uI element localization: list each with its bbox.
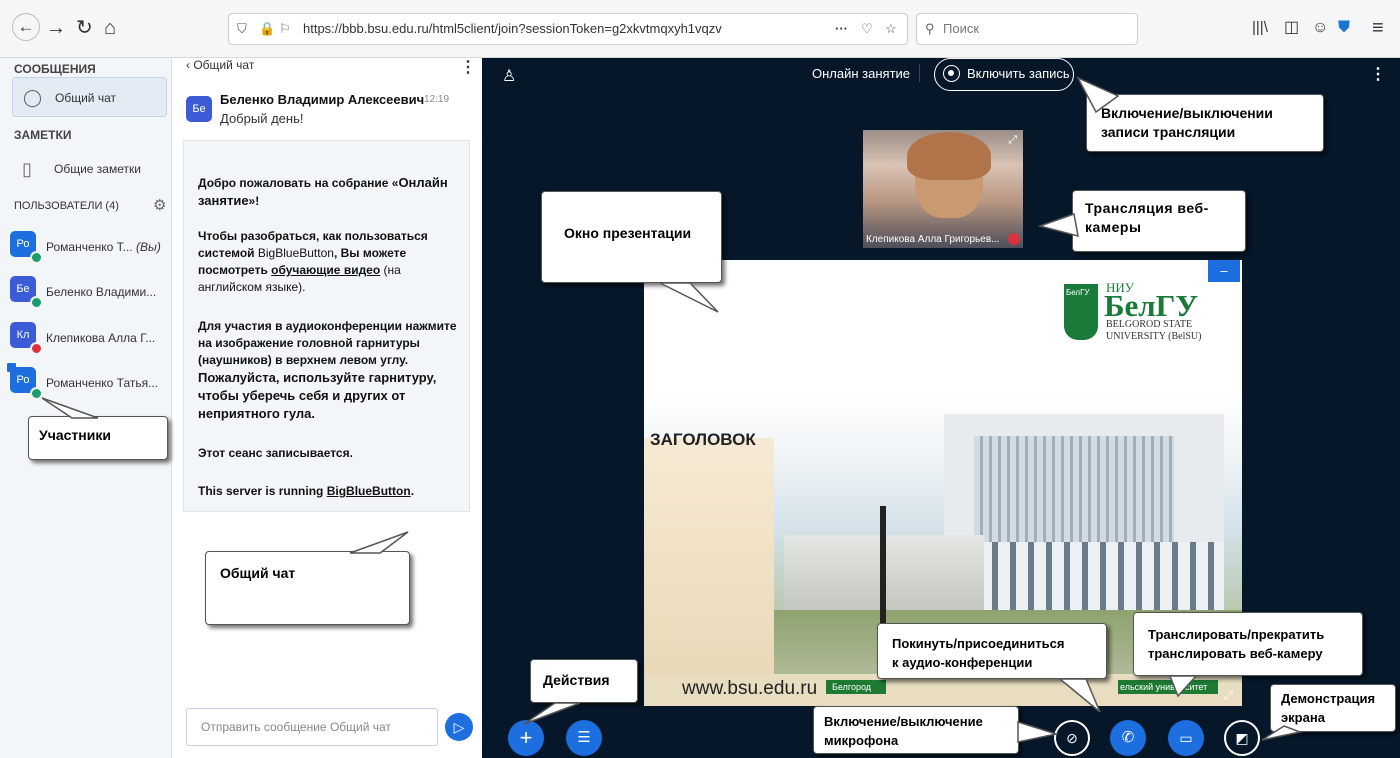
pointer-actions (523, 702, 581, 725)
pointer-screen-share (1261, 725, 1303, 741)
pointer-webcam (1037, 212, 1079, 238)
pointer-participants (41, 397, 99, 419)
pointer-recording (1076, 76, 1120, 114)
pointer-chat (349, 531, 409, 554)
pointer-audio (1057, 678, 1101, 713)
callout-pointers (41, 76, 1303, 743)
pointer-microphone (1017, 720, 1059, 743)
pointer-presentation (659, 282, 719, 313)
pointer-webcam-toggle (1168, 675, 1198, 698)
